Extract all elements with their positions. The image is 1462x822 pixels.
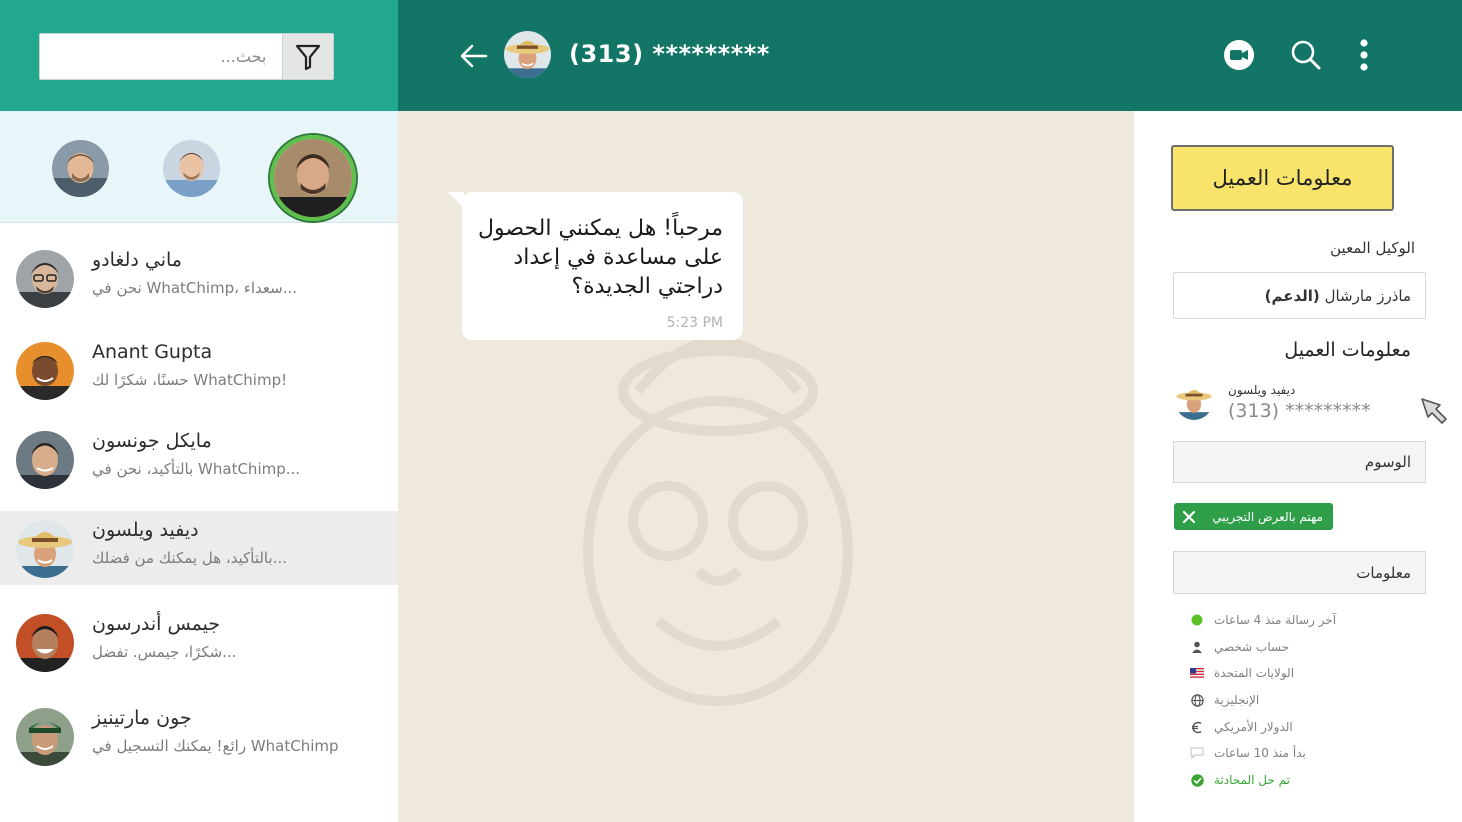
message-preview: شكرًا، جيمس. تفضل... — [92, 643, 237, 661]
bubble-tail — [448, 192, 464, 208]
message-timestamp: 5:23 PM — [666, 315, 723, 331]
contact-avatar — [16, 520, 74, 578]
assigned-agent-label: الوكيل المعين — [1330, 239, 1415, 257]
customer-phone: (313) ********* — [1228, 400, 1371, 422]
close-icon[interactable] — [1182, 510, 1196, 524]
chat-contact-avatar[interactable] — [504, 31, 551, 78]
chat-header: (313) ********* — [398, 0, 1462, 111]
conversation-item[interactable]: ماني دلغادو نحن في WhatChimp، سعداء... — [0, 241, 398, 315]
conversation-item[interactable]: مايكل جونسون بالتأكيد، نحن في WhatChimp.… — [0, 422, 398, 496]
contact-avatar — [16, 431, 74, 489]
conversation-item[interactable]: Anant Gupta حسنًا، شكرًا لك WhatChimp! — [0, 333, 398, 407]
search-input[interactable] — [40, 34, 283, 79]
agent-role: (الدعم) — [1264, 286, 1320, 305]
filter-button[interactable] — [282, 34, 333, 79]
search-icon — [1291, 40, 1321, 70]
customer-info-panel: معلومات العميل الوكيل المعين ماذرز مارشا… — [1134, 111, 1462, 822]
customer-info-heading: معلومات العميل — [1284, 339, 1411, 361]
tags-input[interactable]: الوسوم — [1173, 441, 1426, 483]
monkey-watermark-icon — [583, 336, 853, 706]
search-bar — [39, 33, 334, 80]
customer-info-button[interactable]: معلومات العميل — [1171, 145, 1394, 211]
agent-name: ماذرز مارشال — [1324, 286, 1411, 305]
kebab-menu-icon — [1360, 39, 1368, 71]
contact-name: Anant Gupta — [92, 341, 213, 363]
video-call-button[interactable] — [1222, 38, 1256, 72]
contact-name: جون مارتينيز — [92, 707, 192, 729]
globe-icon — [1190, 693, 1204, 707]
chat-messages-area: مرحباً! هل يمكنني الحصول على مساعدة في إ… — [398, 111, 1134, 822]
conversation-item[interactable]: جون مارتينيز رائع! يمكنك التسجيل في What… — [0, 699, 398, 773]
meta-last-message: آخر رسالة منذ 4 ساعات — [1190, 610, 1336, 630]
message-preview: حسنًا، شكرًا لك WhatChimp! — [92, 371, 288, 389]
back-button[interactable] — [458, 40, 490, 72]
conversation-item[interactable]: جيمس أندرسون شكرًا، جيمس. تفضل... — [0, 605, 398, 679]
contact-name: ماني دلغادو — [92, 249, 182, 271]
message-preview: بالتأكيد، نحن في WhatChimp... — [92, 460, 301, 478]
video-camera-icon — [1224, 40, 1254, 70]
meta-resolved: تم حل المحادثة — [1190, 770, 1290, 790]
meta-account-type: حساب شخصي — [1190, 637, 1289, 657]
meta-country: الولايات المتحدة — [1190, 663, 1294, 683]
tag-chip: مهتم بالعرض التجريبي — [1174, 503, 1333, 530]
info-section-header[interactable]: معلومات — [1173, 551, 1426, 594]
message-preview: بالتأكيد، هل يمكنك من فضلك... — [92, 549, 287, 567]
customer-avatar — [1175, 382, 1213, 420]
arrow-left-icon — [460, 44, 488, 68]
check-circle-icon — [1190, 773, 1204, 787]
customer-name: ديفيد ويلسون — [1228, 383, 1296, 397]
message-preview: نحن في WhatChimp، سعداء... — [92, 279, 298, 297]
contact-name: ديفيد ويلسون — [92, 519, 199, 541]
search-button[interactable] — [1289, 38, 1323, 72]
favorite-contacts — [0, 111, 398, 223]
conversation-sidebar: ماني دلغادو نحن في WhatChimp، سعداء... A… — [0, 0, 398, 822]
contact-avatar — [16, 342, 74, 400]
filter-icon — [296, 44, 321, 70]
hand-cursor-icon — [1421, 398, 1447, 424]
favorite-avatar[interactable] — [163, 140, 220, 197]
favorite-avatar-active[interactable] — [270, 135, 356, 221]
favorite-avatar[interactable] — [52, 140, 109, 197]
green-dot-icon — [1190, 613, 1204, 627]
person-icon — [1190, 640, 1204, 654]
us-flag-icon — [1190, 666, 1204, 680]
chat-contact-phone: (313) ********* — [569, 40, 770, 68]
more-options-button[interactable] — [1347, 38, 1381, 72]
contact-avatar — [16, 250, 74, 308]
contact-name: مايكل جونسون — [92, 430, 212, 452]
euro-icon — [1190, 720, 1204, 734]
sidebar-header — [0, 0, 398, 111]
meta-started: بدأ منذ 10 ساعات — [1190, 743, 1306, 763]
contact-avatar — [16, 708, 74, 766]
meta-currency: الدولار الأمريكي — [1190, 717, 1293, 737]
chat-bubble-icon — [1190, 746, 1204, 760]
contact-name: جيمس أندرسون — [92, 613, 221, 635]
contact-avatar — [16, 614, 74, 672]
conversation-item-active[interactable]: ديفيد ويلسون بالتأكيد، هل يمكنك من فضلك.… — [0, 511, 398, 585]
message-preview: رائع! يمكنك التسجيل في WhatChimp — [92, 737, 339, 755]
tag-label: مهتم بالعرض التجريبي — [1212, 509, 1323, 524]
meta-language: الإنجليزية — [1190, 690, 1259, 710]
message-text: مرحباً! هل يمكنني الحصول على مساعدة في إ… — [478, 216, 723, 299]
assigned-agent-select[interactable]: ماذرز مارشال (الدعم) — [1173, 272, 1426, 319]
incoming-message-bubble[interactable]: مرحباً! هل يمكنني الحصول على مساعدة في إ… — [448, 192, 743, 340]
